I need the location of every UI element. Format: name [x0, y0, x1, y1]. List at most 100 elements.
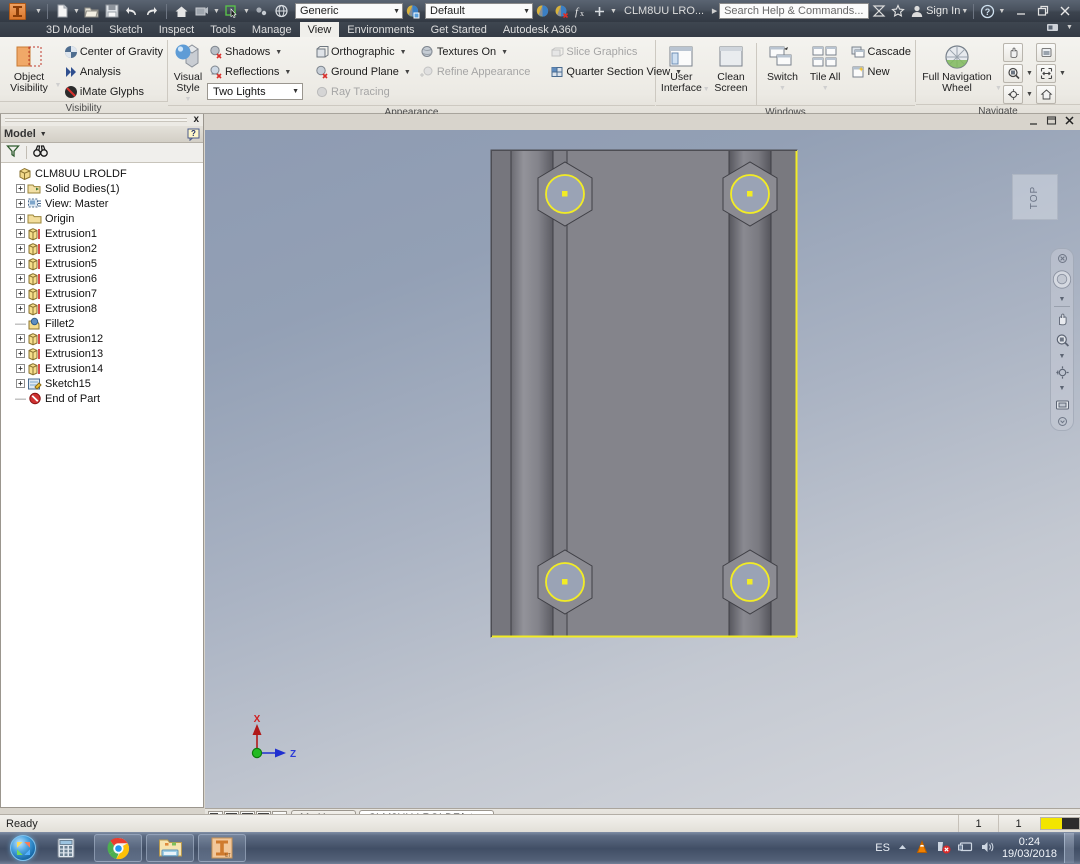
- home-view-button[interactable]: [1036, 85, 1056, 104]
- tree-node[interactable]: CLM8UU LROLDF: [3, 166, 203, 181]
- center-of-gravity-button[interactable]: Center of Gravity: [62, 43, 163, 61]
- tree-node[interactable]: + Extrusion13: [3, 346, 203, 361]
- favorites-star-icon[interactable]: [888, 2, 907, 21]
- object-visibility-chevron-down-icon[interactable]: ▼: [54, 82, 62, 101]
- orbit-chevron-down-icon[interactable]: ▼: [1025, 85, 1034, 104]
- chrome-taskbar-button[interactable]: [94, 834, 142, 862]
- zoom-chevron-down-icon[interactable]: ▼: [1025, 64, 1034, 83]
- chevron-down-icon[interactable]: ▼: [40, 131, 47, 138]
- imate-glyphs-button[interactable]: iMate Glyphs: [62, 83, 163, 101]
- analysis-button[interactable]: Analysis: [62, 63, 163, 81]
- tree-node[interactable]: — End of Part: [3, 391, 203, 406]
- new-file-chevron-down-icon[interactable]: ▼: [72, 8, 81, 15]
- tree-node[interactable]: + Solid Bodies(1): [3, 181, 203, 196]
- expand-icon[interactable]: +: [15, 258, 26, 269]
- expand-icon[interactable]: +: [15, 288, 26, 299]
- tree-node[interactable]: + Extrusion1: [3, 226, 203, 241]
- zoom-all-chevron-down-icon[interactable]: ▼: [1058, 64, 1067, 83]
- expand-icon[interactable]: +: [15, 273, 26, 284]
- document-restore-button[interactable]: [1046, 115, 1058, 130]
- tray-language-label[interactable]: ES: [875, 842, 890, 854]
- reflections-button[interactable]: Reflections ▼: [207, 63, 303, 81]
- wheel-chevron-down-icon[interactable]: ▼: [1052, 295, 1072, 303]
- taskbar-clock[interactable]: 0:24 19/03/2018: [1002, 836, 1057, 860]
- select-cursor-icon[interactable]: [222, 2, 241, 21]
- view-cube[interactable]: TOP: [1012, 174, 1058, 220]
- search-input[interactable]: Search Help & Commands...: [719, 3, 870, 19]
- minimize-button[interactable]: [1010, 2, 1032, 20]
- tree-node[interactable]: + Extrusion12: [3, 331, 203, 346]
- redo-arrow-icon[interactable]: [142, 2, 161, 21]
- start-button[interactable]: [0, 833, 46, 863]
- user-account-icon[interactable]: [907, 2, 926, 21]
- pan-button[interactable]: [1052, 310, 1072, 328]
- user-interface-button[interactable]: User Interface: [660, 40, 703, 94]
- help-question-icon[interactable]: ?: [187, 128, 200, 141]
- clean-screen-button[interactable]: Clean Screen: [710, 40, 753, 94]
- tree-node[interactable]: — Fillet2: [3, 316, 203, 331]
- new-window-button[interactable]: New: [850, 63, 911, 81]
- tree-node[interactable]: + Extrusion5: [3, 256, 203, 271]
- object-visibility-button[interactable]: Object Visibility: [4, 40, 54, 94]
- browser-close-icon[interactable]: x: [193, 114, 199, 125]
- quick-access-chevron-down-icon[interactable]: ▼: [609, 8, 618, 15]
- expand-icon[interactable]: +: [15, 303, 26, 314]
- ribbon-display-chevron-down-icon[interactable]: ▼: [1065, 24, 1074, 31]
- shadows-button[interactable]: Shadows ▼: [207, 43, 303, 61]
- tab-get-started[interactable]: Get Started: [423, 22, 495, 37]
- add-to-quick-access-icon[interactable]: [590, 2, 609, 21]
- material-browser-icon[interactable]: [403, 2, 422, 21]
- tree-node[interactable]: + Sketch15: [3, 376, 203, 391]
- expand-icon[interactable]: +: [15, 348, 26, 359]
- full-navigation-wheel-button[interactable]: Full Navigation Wheel: [920, 40, 994, 94]
- document-list-chevron-icon[interactable]: ▶: [710, 7, 719, 15]
- expand-icon[interactable]: +: [15, 198, 26, 209]
- ground-plane-chevron-down-icon[interactable]: ▼: [399, 69, 411, 76]
- application-menu-chevron-down-icon[interactable]: ▼: [34, 8, 43, 15]
- 3d-viewport[interactable]: X Z TOP ▼ ▼ ▼: [205, 130, 1080, 808]
- tab-autodesk-a360[interactable]: Autodesk A360: [495, 22, 585, 37]
- ribbon-display-icon[interactable]: [1043, 18, 1062, 37]
- return-icon[interactable]: [192, 2, 211, 21]
- tree-node[interactable]: + Extrusion2: [3, 241, 203, 256]
- zoom-chevron-down-icon[interactable]: ▼: [1052, 352, 1072, 360]
- tile-all-button[interactable]: Tile All ▼: [804, 40, 847, 94]
- look-at-button[interactable]: [1052, 395, 1072, 413]
- orbit-chevron-down-icon[interactable]: ▼: [1052, 384, 1072, 392]
- shadows-chevron-down-icon[interactable]: ▼: [270, 49, 282, 56]
- expand-icon[interactable]: +: [15, 183, 26, 194]
- tree-node[interactable]: + Extrusion7: [3, 286, 203, 301]
- full-navigation-wheel-chevron-down-icon[interactable]: ▼: [994, 85, 1003, 104]
- zoom-window-button[interactable]: [1036, 43, 1056, 62]
- textures-chevron-down-icon[interactable]: ▼: [496, 49, 508, 56]
- monitor-icon[interactable]: [957, 840, 973, 857]
- textures-button[interactable]: Textures On ▼: [419, 43, 531, 61]
- show-hidden-icons-button[interactable]: [897, 842, 908, 855]
- select-chevron-down-icon[interactable]: ▼: [242, 8, 251, 15]
- return-chevron-down-icon[interactable]: ▼: [212, 8, 221, 15]
- tree-node[interactable]: + Extrusion14: [3, 361, 203, 376]
- zoom-all-button[interactable]: [1036, 64, 1056, 83]
- cascade-button[interactable]: Cascade: [850, 43, 911, 61]
- tab-manage[interactable]: Manage: [244, 22, 300, 37]
- part-model-graphics[interactable]: [205, 130, 1080, 808]
- calculator-taskbar-icon[interactable]: [46, 833, 86, 863]
- tab-environments[interactable]: Environments: [339, 22, 422, 37]
- undo-arrow-icon[interactable]: [122, 2, 141, 21]
- tree-node[interactable]: + Extrusion6: [3, 271, 203, 286]
- user-interface-chevron-down-icon[interactable]: ▼: [703, 86, 710, 105]
- orbit-button[interactable]: [1003, 85, 1023, 104]
- appearance-browser-icon[interactable]: [533, 2, 552, 21]
- filter-funnel-icon[interactable]: [6, 144, 20, 161]
- tab-3d-model[interactable]: 3D Model: [38, 22, 101, 37]
- new-file-icon[interactable]: [52, 2, 71, 21]
- appearance-remove-icon[interactable]: [552, 2, 571, 21]
- show-desktop-button[interactable]: [1064, 833, 1074, 863]
- expand-icon[interactable]: +: [15, 378, 26, 389]
- help-question-icon[interactable]: ?: [978, 2, 997, 21]
- save-file-icon[interactable]: [102, 2, 121, 21]
- tab-sketch[interactable]: Sketch: [101, 22, 151, 37]
- tab-inspect[interactable]: Inspect: [151, 22, 202, 37]
- tab-tools[interactable]: Tools: [202, 22, 244, 37]
- orthographic-button[interactable]: Orthographic ▼: [313, 43, 411, 61]
